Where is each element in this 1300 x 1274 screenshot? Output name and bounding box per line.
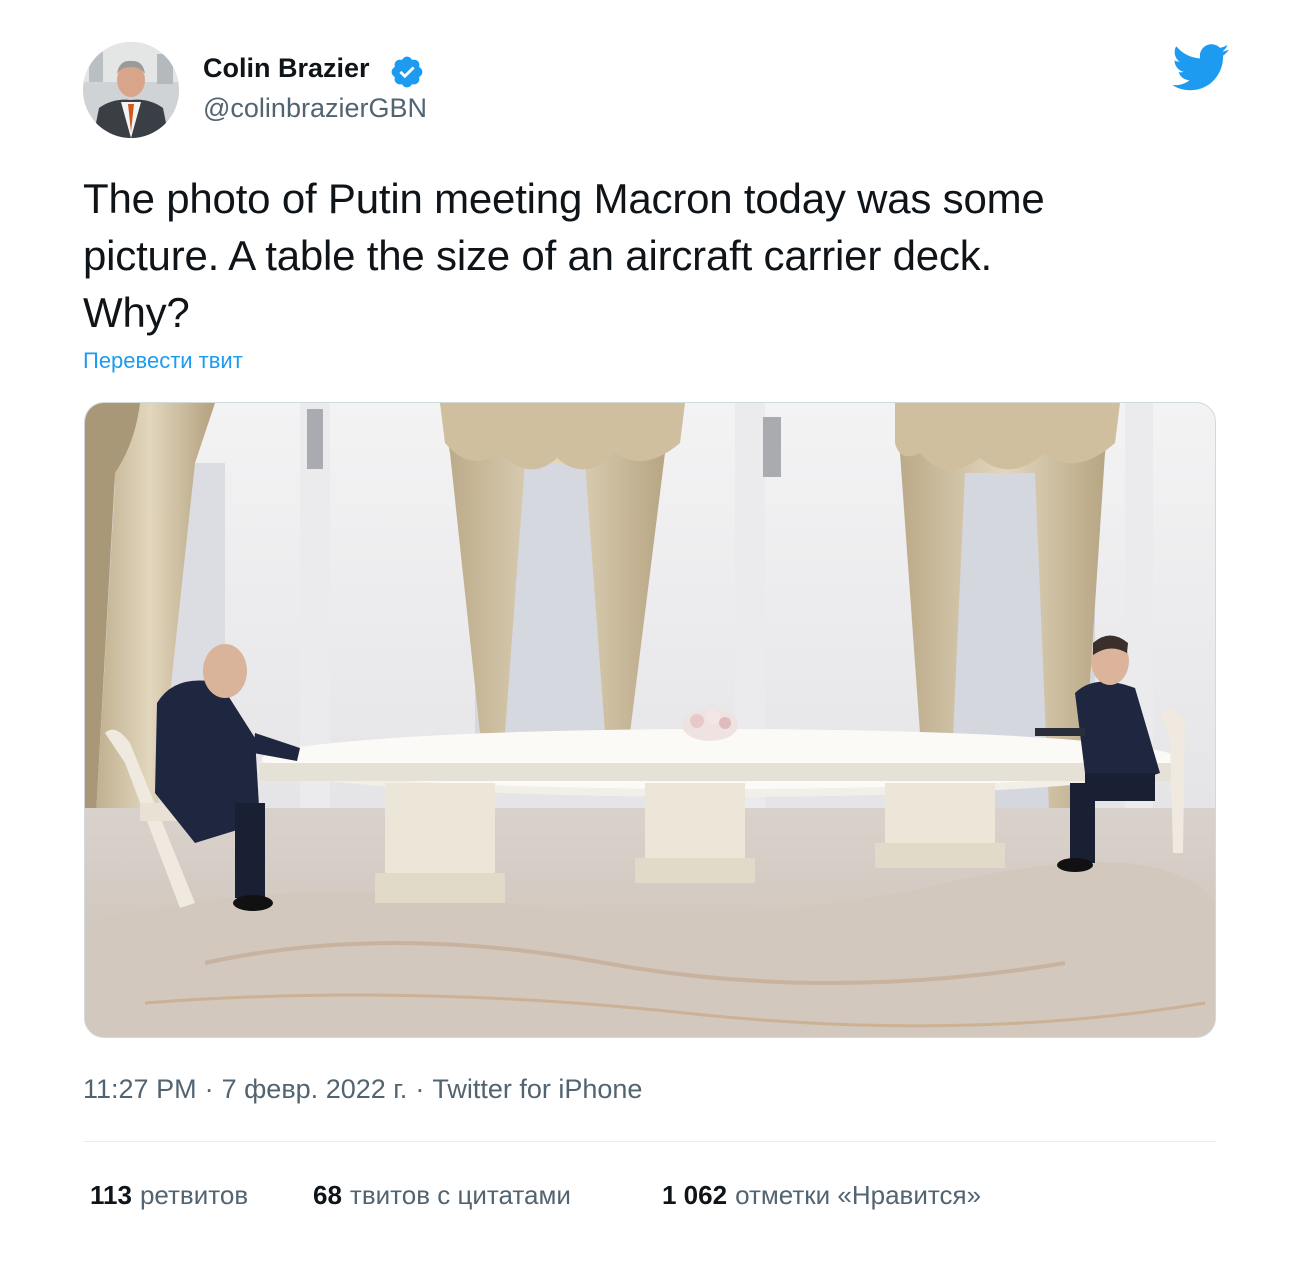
tweet-card: Colin Brazier @colinbrazierGBN The photo…	[0, 0, 1300, 1274]
tweet-text-line: picture. A table the size of an aircraft…	[83, 232, 992, 279]
likes-stat[interactable]: 1 062 отметки «Нравится»	[662, 1177, 981, 1213]
tweet-text-line: The photo of Putin meeting Macron today …	[83, 175, 1045, 222]
tweet-photo[interactable]	[84, 402, 1216, 1038]
stat-count: 1 062	[662, 1180, 728, 1210]
twitter-bird-icon[interactable]	[1172, 44, 1230, 92]
tweet-meta: 11:27 PM · 7 февр. 2022 г. · Twitter for iPh…	[83, 1071, 642, 1107]
divider	[84, 1141, 1216, 1142]
meta-separator: ·	[204, 1074, 214, 1104]
meta-separator: ·	[415, 1074, 425, 1104]
author-handle[interactable]: @colinbrazierGBN	[203, 90, 427, 126]
verified-badge-icon	[391, 56, 423, 88]
stat-label: ретвитов	[139, 1180, 249, 1210]
photo-meeting-long-table	[85, 403, 1215, 1037]
tweet-source[interactable]: Twitter for iPhone	[432, 1074, 642, 1104]
avatar-photo	[83, 42, 179, 138]
stat-count: 68	[313, 1180, 342, 1210]
translate-tweet-link[interactable]: Перевести твит	[83, 346, 243, 376]
tweet-text: The photo of Putin meeting Macron today …	[83, 170, 1223, 341]
retweets-stat[interactable]: 113 ретвитов	[90, 1177, 248, 1213]
tweet-text-line: Why?	[83, 289, 190, 336]
author-avatar[interactable]	[83, 42, 179, 138]
stat-label: твитов с цитатами	[349, 1180, 571, 1210]
quote-tweets-stat[interactable]: 68 твитов с цитатами	[313, 1177, 571, 1213]
tweet-date[interactable]: 7 февр. 2022 г.	[222, 1074, 408, 1104]
author-name[interactable]: Colin Brazier	[203, 50, 370, 86]
tweet-time[interactable]: 11:27 PM	[83, 1074, 197, 1104]
stat-label: отметки «Нравится»	[735, 1180, 982, 1210]
stat-count: 113	[90, 1180, 132, 1210]
